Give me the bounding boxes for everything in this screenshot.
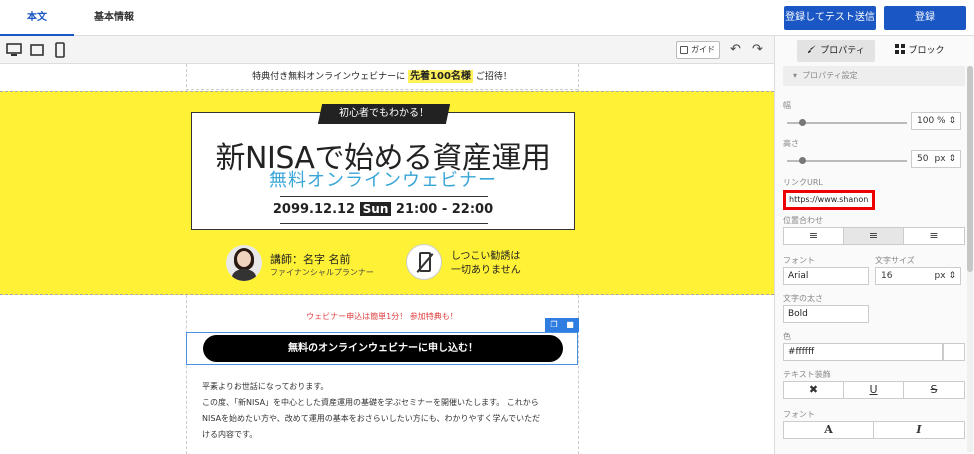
editor-toolbar: ガイド ↶ ↷: [0, 36, 774, 64]
tab-property[interactable]: プロパティ: [797, 40, 875, 62]
tab-basic-info[interactable]: 基本情報: [84, 0, 144, 36]
email-canvas: 特典付き無料オンラインウェビナーに 先着100名様 ご招待！ 初心者でもわかる！…: [0, 64, 774, 454]
tab-body[interactable]: 本文: [0, 0, 74, 36]
align-right-icon[interactable]: ≡: [904, 228, 964, 244]
color-label: 色: [783, 332, 791, 341]
checkbox-icon: [680, 46, 688, 54]
height-label: 高さ: [783, 139, 799, 148]
banner-card: 初心者でもわかる！ 新NISAで始める資産運用 無料オンラインウェビナー 209…: [191, 104, 575, 230]
block-tools: ❐ ■: [545, 318, 579, 332]
height-input[interactable]: 50 px ⇕: [911, 150, 961, 168]
font-label: フォント: [783, 256, 815, 265]
text-decoration-segment: ✖ U S: [783, 381, 965, 399]
mobile-icon[interactable]: [52, 42, 68, 58]
divider: [280, 223, 488, 224]
tab-block[interactable]: ブロック: [885, 40, 955, 62]
headline-text[interactable]: 特典付き無料オンラインウェビナーに 先着100名様 ご招待！: [186, 64, 578, 90]
width-input[interactable]: 100% ⇕: [911, 112, 961, 130]
font-style-label: フォント: [783, 410, 815, 419]
copy-icon[interactable]: ❐: [549, 320, 559, 330]
underline-icon[interactable]: U: [844, 382, 904, 398]
day-badge: Sun: [359, 202, 392, 216]
font-style-segment: A I: [783, 421, 965, 439]
desktop-icon[interactable]: [6, 42, 22, 58]
property-section-header[interactable]: ▾ プロパティ設定: [783, 66, 965, 86]
height-slider-knob[interactable]: [799, 157, 806, 164]
banner-subtitle: 無料オンラインウェビナー: [269, 170, 497, 191]
lecturer-name: 講師：名字 名前: [270, 253, 351, 266]
normal-font-icon[interactable]: A: [784, 422, 874, 438]
font-size-label: 文字サイズ: [875, 256, 915, 265]
banner-date: 2099.12.12 Sun 21:00 - 22:00: [272, 202, 494, 217]
banner-block[interactable]: 初心者でもわかる！ 新NISAで始める資産運用 無料オンラインウェビナー 209…: [0, 91, 774, 295]
scrollbar-thumb[interactable]: [967, 66, 973, 272]
align-label: 位置合わせ: [783, 216, 823, 225]
text-decoration-label: テキスト装飾: [783, 370, 831, 379]
color-input[interactable]: #ffffff: [783, 343, 943, 361]
headline-post: ご招待！: [475, 72, 512, 82]
headline-pre: 特典付き無料オンラインウェビナーに: [252, 72, 406, 82]
align-segment: ≡ ≡ ≡: [783, 227, 965, 245]
redo-icon[interactable]: ↷: [752, 42, 763, 58]
font-select[interactable]: Arial: [783, 267, 869, 285]
no-phone-icon: [406, 244, 442, 280]
guide-toggle-button[interactable]: ガイド: [676, 41, 720, 59]
italic-icon[interactable]: I: [874, 422, 964, 438]
register-button[interactable]: 登録: [884, 6, 966, 30]
brush-icon: [808, 45, 817, 53]
headline-highlight: 先着100名様: [408, 70, 473, 83]
font-weight-select[interactable]: Bold: [783, 305, 869, 323]
font-size-input[interactable]: 16 px ⇕: [875, 267, 961, 285]
property-panel: プロパティ ブロック ▾ プロパティ設定 幅 100% ⇕ 高さ 50 px ⇕ …: [774, 36, 974, 454]
font-weight-label: 文字の太さ: [783, 294, 823, 303]
width-slider-knob[interactable]: [799, 119, 806, 126]
no-solicitation-text: しつこい勧誘は 一切ありません: [451, 251, 521, 276]
align-center-icon[interactable]: ≡: [844, 228, 904, 244]
guide-label: ガイド: [691, 45, 715, 54]
lecturer-avatar: [226, 245, 262, 281]
tablet-icon[interactable]: [29, 42, 45, 58]
grid-icon: [895, 44, 906, 54]
cta-button[interactable]: 無料のオンラインウェビナーに申し込む！: [203, 335, 563, 362]
color-swatch[interactable]: [943, 343, 965, 361]
banner-badge: 初心者でもわかる！: [317, 104, 451, 124]
strikethrough-icon[interactable]: S: [904, 382, 964, 398]
trash-icon[interactable]: ■: [565, 320, 575, 330]
width-label: 幅: [783, 101, 791, 110]
lecturer-role: ファイナンシャルプランナー: [270, 268, 374, 277]
divider: [280, 196, 488, 197]
body-text[interactable]: 平素よりお世話になっております。 この度、「新NISA」を中心とした資産運用の基…: [202, 379, 572, 443]
cta-note[interactable]: ウェビナー申込は簡単1分！ 参加特典も！: [186, 311, 578, 322]
panel-scrollbar[interactable]: [967, 66, 973, 452]
decoration-none-icon[interactable]: ✖: [784, 382, 844, 398]
link-url-label: リンクURL: [783, 178, 823, 187]
top-bar: 本文 基本情報 登録してテスト送信 登録: [0, 0, 974, 36]
link-url-input[interactable]: https://www.shanon: [783, 190, 875, 210]
align-left-icon[interactable]: ≡: [784, 228, 844, 244]
register-and-test-send-button[interactable]: 登録してテスト送信: [784, 6, 876, 30]
undo-icon[interactable]: ↶: [730, 42, 741, 58]
